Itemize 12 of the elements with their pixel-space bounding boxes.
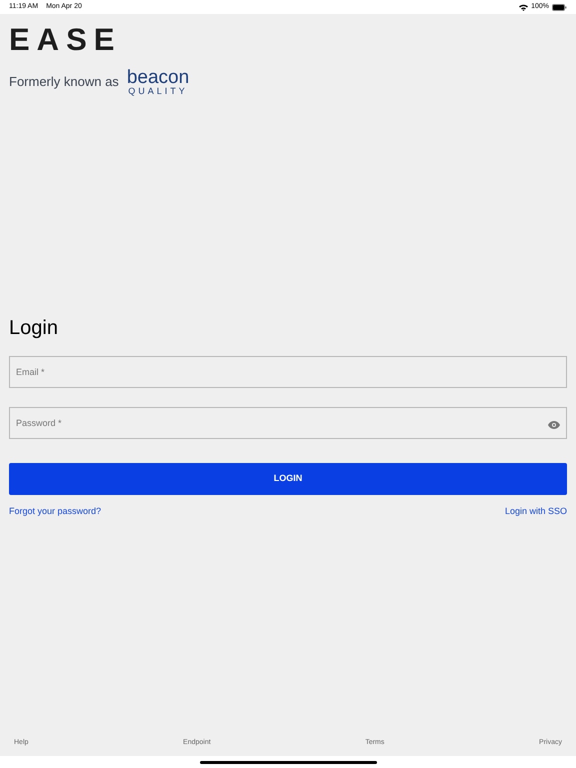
formerly-label: Formerly known as (9, 73, 119, 92)
wifi-icon (519, 4, 528, 10)
battery-icon (552, 4, 567, 10)
ease-logo: EASE (9, 24, 122, 54)
login-heading: Login (9, 318, 59, 338)
text-link[interactable]: Forgot your password? (9, 505, 102, 518)
beacon-logo: beacon QUALITY (126, 68, 190, 96)
login-button[interactable]: LOGIN (9, 463, 567, 495)
eye-icon[interactable] (548, 421, 560, 429)
email-field[interactable]: Email * (9, 356, 567, 388)
text-link[interactable]: Login with SSO (504, 505, 567, 518)
password-field[interactable]: Password * (9, 407, 567, 439)
